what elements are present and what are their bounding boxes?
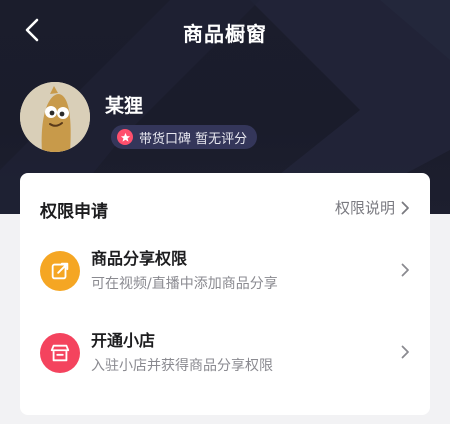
list-item-product-share[interactable]: 商品分享权限 可在视频/直播中添加商品分享: [20, 239, 430, 303]
list-item-title: 开通小店: [91, 331, 156, 350]
chevron-right-icon: [401, 263, 409, 277]
reputation-badge[interactable]: 带货口碑 暂无评分: [111, 125, 258, 149]
list-item-title: 商品分享权限: [91, 249, 188, 268]
list-item-open-shop[interactable]: 开通小店 入驻小店并获得商品分享权限: [20, 321, 430, 385]
shop-icon: [40, 333, 80, 373]
list-item-subtitle: 可在视频/直播中添加商品分享: [91, 276, 278, 292]
permission-info-link[interactable]: 权限说明: [335, 197, 410, 218]
star-icon: [117, 129, 133, 145]
share-box-icon: [40, 251, 80, 291]
chevron-right-icon: [401, 201, 409, 214]
avatar[interactable]: [20, 82, 90, 152]
list-item-subtitle: 入驻小店并获得商品分享权限: [91, 358, 273, 374]
permission-info-label: 权限说明: [334, 199, 395, 217]
section-title: 权限申请: [40, 202, 108, 222]
avatar-image: [20, 82, 90, 152]
username: 某狸: [105, 95, 144, 117]
page-title: 商品橱窗: [183, 22, 267, 46]
permissions-card: 权限申请 权限说明 商品分享权限 可在视频/直播中添加商品分享 开通小店 入驻小…: [20, 173, 430, 415]
chevron-right-icon: [401, 345, 409, 359]
reputation-badge-label: 带货口碑 暂无评分: [139, 131, 248, 147]
